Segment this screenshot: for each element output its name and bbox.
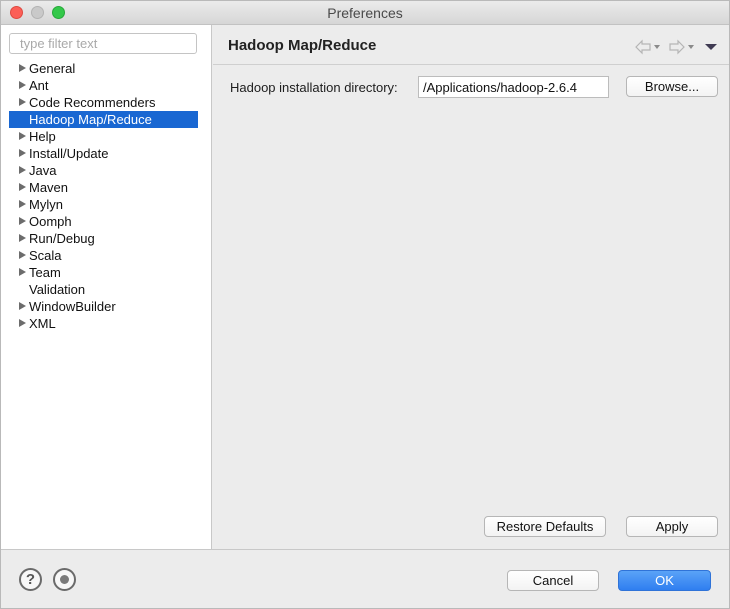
expand-arrow-icon[interactable] — [19, 98, 26, 106]
tree-item-label: XML — [29, 316, 56, 331]
question-mark-icon[interactable]: ? — [19, 568, 42, 591]
preferences-tree: General Ant Code Recommenders Hadoop Map/Re… — [9, 60, 198, 332]
expand-arrow-icon[interactable] — [19, 81, 26, 89]
filter-input[interactable] — [9, 33, 197, 54]
expand-arrow-icon[interactable] — [19, 64, 26, 72]
tree-item-label: Run/Debug — [29, 231, 95, 246]
expand-arrow-icon[interactable] — [19, 183, 26, 191]
tree-item-label: Java — [29, 163, 57, 178]
record-macro-icon[interactable] — [53, 568, 76, 591]
tree-item-help[interactable]: Help — [9, 128, 198, 145]
expand-arrow-icon[interactable] — [19, 268, 26, 276]
tree-item-label: Scala — [29, 248, 62, 263]
expand-arrow-icon[interactable] — [19, 319, 26, 327]
tree-item-label: Oomph — [29, 214, 72, 229]
expand-arrow-icon[interactable] — [19, 234, 26, 242]
expand-arrow-icon[interactable] — [19, 132, 26, 140]
ok-button[interactable]: OK — [618, 570, 711, 591]
expand-arrow-icon[interactable] — [19, 149, 26, 157]
tree-item-oomph[interactable]: Oomph — [9, 213, 198, 230]
view-menu-icon[interactable] — [705, 39, 717, 55]
apply-button[interactable]: Apply — [626, 516, 718, 537]
tree-item-hadoop-map-reduce[interactable]: Hadoop Map/Reduce — [9, 111, 198, 128]
expand-arrow-icon[interactable] — [19, 251, 26, 259]
tree-item-ant[interactable]: Ant — [9, 77, 198, 94]
tree-item-install-update[interactable]: Install/Update — [9, 145, 198, 162]
tree-item-java[interactable]: Java — [9, 162, 198, 179]
cancel-button[interactable]: Cancel — [507, 570, 599, 591]
tree-item-label: WindowBuilder — [29, 299, 116, 314]
tree-item-label: Hadoop Map/Reduce — [29, 112, 152, 127]
preferences-window: Preferences General Ant Code Recommenders H… — [0, 0, 730, 609]
tree-item-label: Install/Update — [29, 146, 109, 161]
tree-item-team[interactable]: Team — [9, 264, 198, 281]
tree-item-mylyn[interactable]: Mylyn — [9, 196, 198, 213]
tree-item-run-debug[interactable]: Run/Debug — [9, 230, 198, 247]
tree-item-xml[interactable]: XML — [9, 315, 198, 332]
dialog-footer: ? Cancel OK — [1, 549, 729, 608]
expand-arrow-icon[interactable] — [19, 166, 26, 174]
window-title: Preferences — [327, 5, 403, 21]
tree-item-label: General — [29, 61, 76, 76]
page-title: Hadoop Map/Reduce — [228, 37, 377, 54]
restore-defaults-button[interactable]: Restore Defaults — [484, 516, 606, 537]
expand-arrow-icon[interactable] — [19, 200, 26, 208]
tree-item-label: Maven — [29, 180, 69, 195]
header-separator — [213, 64, 729, 65]
expand-arrow-icon[interactable] — [19, 302, 26, 310]
tree-item-windowbuilder[interactable]: WindowBuilder — [9, 298, 198, 315]
forward-arrow-icon[interactable] — [668, 39, 694, 55]
tree-item-general[interactable]: General — [9, 60, 198, 77]
tree-item-label: Mylyn — [29, 197, 63, 212]
tree-item-label: Help — [29, 129, 56, 144]
tree-item-code-recommenders[interactable]: Code Recommenders — [9, 94, 198, 111]
back-arrow-icon[interactable] — [634, 39, 660, 55]
tree-item-label: Code Recommenders — [29, 95, 156, 110]
preference-page: Hadoop Map/Reduce Hadoop installation di… — [213, 25, 729, 549]
tree-item-label: Team — [29, 265, 61, 280]
tree-item-label: Ant — [29, 78, 49, 93]
tree-item-maven[interactable]: Maven — [9, 179, 198, 196]
preferences-sidebar: General Ant Code Recommenders Hadoop Map/Re… — [1, 25, 212, 549]
install-dir-input[interactable] — [418, 76, 609, 98]
browse-button[interactable]: Browse... — [626, 76, 718, 97]
tree-item-label: Validation — [29, 282, 86, 297]
expand-arrow-icon[interactable] — [19, 217, 26, 225]
tree-item-validation[interactable]: Validation — [9, 281, 198, 298]
title-bar: Preferences — [1, 1, 729, 25]
install-dir-label: Hadoop installation directory: — [230, 80, 398, 95]
tree-item-scala[interactable]: Scala — [9, 247, 198, 264]
record-dot — [60, 575, 69, 584]
